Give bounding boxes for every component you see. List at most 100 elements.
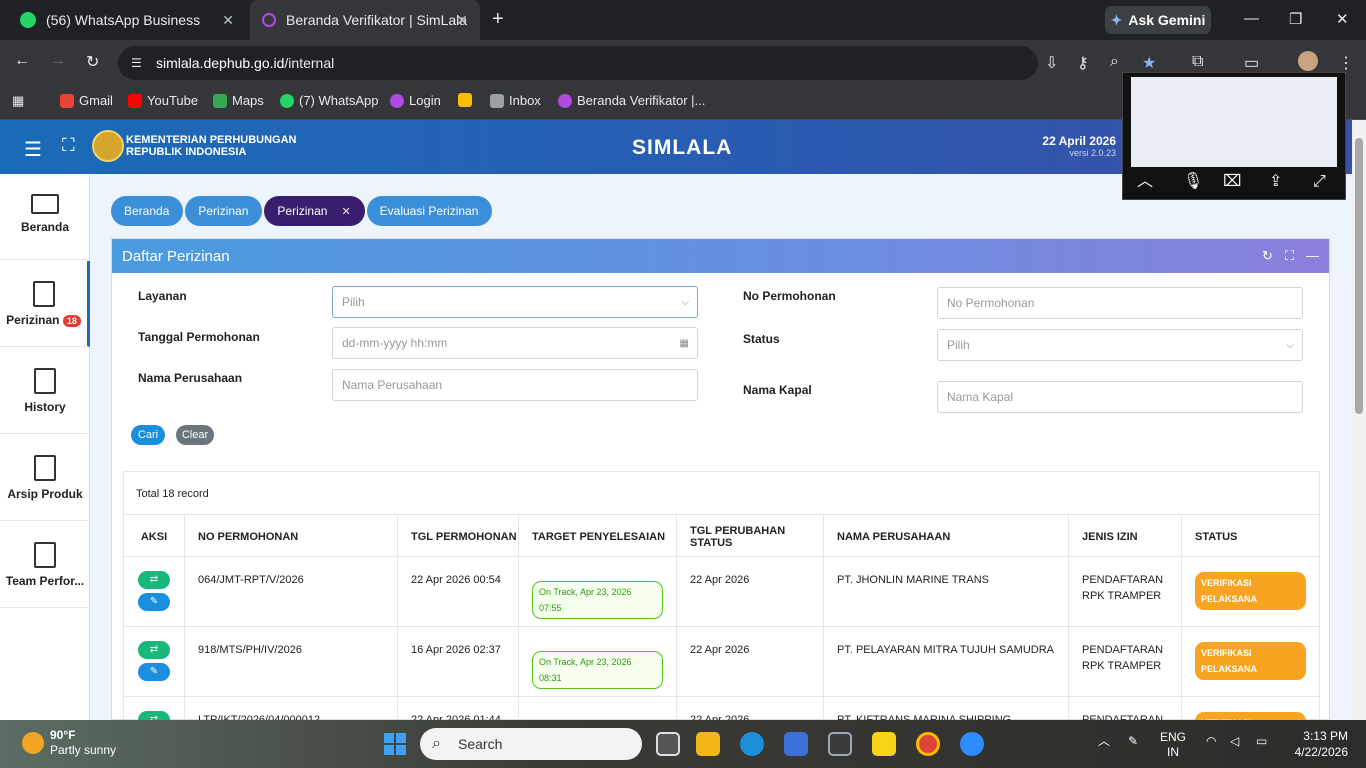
col-target[interactable]: TARGET PENYELESAIAN	[519, 515, 677, 558]
install-icon[interactable]: ⇩	[1045, 53, 1058, 73]
tab-title: Beranda Verifikator | SimLala	[286, 12, 468, 28]
system-clock[interactable]: 3:13 PM 4/22/2026	[1290, 728, 1348, 760]
sticky-notes-icon[interactable]	[872, 732, 896, 756]
col-tgl-perubahan-status[interactable]: TGL PERUBAHAN STATUS	[677, 515, 824, 558]
wifi-icon[interactable]: ◠	[1206, 734, 1216, 749]
bookmark-gmail[interactable]: Gmail	[60, 93, 113, 108]
bookmark-whatsapp[interactable]: (7) WhatsApp	[280, 93, 378, 108]
status-select[interactable]: Pilih ⌵	[937, 329, 1303, 361]
crumb-evaluasi-perizinan[interactable]: Evaluasi Perizinan	[366, 196, 493, 226]
col-nama-perusahaan[interactable]: NAMA PERUSAHAAN	[824, 515, 1069, 558]
bookmark-beranda[interactable]: Beranda Verifikator |...	[558, 93, 705, 108]
bookmark-youtube[interactable]: YouTube	[128, 93, 198, 108]
close-window-icon[interactable]: ✕	[1336, 10, 1349, 28]
mic-off-icon[interactable]: 🎙	[1183, 171, 1203, 191]
extensions-icon[interactable]: ⧉	[1192, 53, 1203, 71]
sidebar-item-perizinan[interactable]: Perizinan 18	[0, 261, 90, 347]
transfer-icon[interactable]: ⇄	[138, 711, 170, 720]
sidebar-item-beranda[interactable]: Beranda	[0, 174, 90, 260]
page-scrollbar[interactable]	[1352, 120, 1366, 720]
battery-icon[interactable]: ▭	[1256, 734, 1267, 749]
pip-window[interactable]: ︿ 🎙 ⌧ ⇪ ⤢	[1122, 72, 1346, 200]
camera-off-icon[interactable]: ⌧	[1223, 171, 1241, 191]
col-tgl-permohonan[interactable]: TGL PERMOHONAN	[398, 515, 519, 558]
task-view-icon[interactable]	[656, 732, 680, 756]
apps-grid-icon[interactable]: ▦	[12, 93, 24, 109]
close-tab-icon[interactable]: ✕	[456, 12, 468, 29]
volume-icon[interactable]: ◁	[1230, 734, 1239, 749]
tab-whatsapp[interactable]: (56) WhatsApp Business ✕	[8, 0, 246, 40]
share-screen-icon[interactable]: ⇪	[1269, 171, 1282, 191]
crumb-perizinan[interactable]: Perizinan	[185, 196, 263, 226]
bookmark-inbox[interactable]: Inbox	[490, 93, 541, 108]
url-bar[interactable]: ☰ simlala.dephub.go.id/internal	[118, 46, 1038, 80]
ask-gemini-button[interactable]: ✦ Ask Gemini	[1105, 6, 1211, 34]
col-status[interactable]: STATUS	[1182, 515, 1319, 558]
nama-kapal-input[interactable]: Nama Kapal	[937, 381, 1303, 413]
back-icon[interactable]: ←	[14, 52, 30, 70]
crumb-beranda[interactable]: Beranda	[111, 196, 184, 226]
camera-icon[interactable]	[828, 732, 852, 756]
tanggal-permohonan-input[interactable]: dd-mm-yyyy hh:mm ▦	[332, 327, 698, 359]
scrollbar-thumb[interactable]	[1355, 138, 1363, 414]
copilot-icon[interactable]	[784, 732, 808, 756]
no-permohonan-input[interactable]: No Permohonan	[937, 287, 1303, 319]
sidebar-item-team-performance[interactable]: Team Perfor...	[0, 522, 90, 608]
new-tab-button[interactable]: +	[492, 8, 504, 31]
site-info-icon[interactable]: ☰	[131, 56, 142, 70]
chevron-up-icon[interactable]: ︿	[1098, 734, 1110, 749]
profile-avatar[interactable]	[1298, 51, 1318, 71]
zoom-icon[interactable]: ⌕	[1110, 53, 1119, 71]
clear-button[interactable]: Clear	[176, 425, 214, 445]
minimize-icon[interactable]: —	[1244, 10, 1259, 27]
sidebar-item-history[interactable]: History	[0, 348, 90, 434]
bookmark-maps[interactable]: Maps	[213, 93, 264, 108]
sidebar-item-arsip-produk[interactable]: Arsip Produk	[0, 435, 90, 521]
forward-icon[interactable]: →	[50, 52, 66, 70]
row-actions: ⇄	[124, 697, 185, 720]
collapse-icon[interactable]: —	[1306, 248, 1319, 264]
language-indicator[interactable]: ENG IN	[1160, 730, 1186, 760]
close-icon[interactable]: ✕	[341, 205, 350, 218]
password-key-icon[interactable]: ⚷	[1077, 53, 1089, 73]
col-no-permohonan[interactable]: NO PERMOHONAN	[185, 515, 398, 558]
hamburger-icon[interactable]: ☰	[24, 137, 42, 162]
taskbar-search[interactable]: ⌕ Search	[420, 728, 642, 760]
whatsapp-icon	[280, 93, 294, 108]
ontrack-badge: On Track, Apr 23, 2026 07:55	[532, 581, 663, 619]
layanan-label: Layanan	[138, 289, 187, 303]
edge-icon[interactable]	[740, 732, 764, 756]
chrome-icon[interactable]	[916, 732, 940, 756]
reload-icon[interactable]: ↻	[86, 52, 99, 72]
layanan-select[interactable]: Pilih ⌵	[332, 286, 698, 318]
transfer-icon[interactable]: ⇄	[138, 571, 170, 589]
crumb-perizinan-active[interactable]: Perizinan ✕	[264, 196, 365, 226]
pen-icon[interactable]: ✎	[1128, 734, 1138, 749]
expand-icon[interactable]: ⛶	[1285, 248, 1294, 264]
weather-widget[interactable]: 90°F Partly sunny	[22, 728, 116, 758]
close-tab-icon[interactable]: ✕	[222, 12, 234, 29]
transfer-icon[interactable]: ⇄	[138, 641, 170, 659]
calendar-icon[interactable]: ▦	[680, 338, 689, 349]
cari-button[interactable]: Cari	[131, 425, 165, 445]
zoom-icon[interactable]	[960, 732, 984, 756]
windows-start-icon[interactable]	[384, 733, 406, 755]
expand-icon[interactable]: ⤢	[1313, 173, 1326, 191]
edit-icon[interactable]: ✎	[138, 663, 170, 681]
cast-icon[interactable]: ▭	[1244, 53, 1259, 73]
chevron-up-icon[interactable]: ︿	[1137, 167, 1153, 191]
tab-simlala[interactable]: Beranda Verifikator | SimLala ✕	[250, 0, 480, 40]
maximize-icon[interactable]: ❐	[1289, 10, 1302, 28]
bookmark-photos[interactable]	[458, 93, 472, 107]
file-explorer-icon[interactable]	[696, 732, 720, 756]
edit-icon[interactable]: ✎	[138, 593, 170, 611]
fullscreen-icon[interactable]: ⛶	[62, 135, 75, 156]
chevron-down-icon: ⌵	[681, 296, 689, 308]
col-jenis-izin[interactable]: JENIS IZIN	[1069, 515, 1182, 558]
daftar-perizinan-panel: Daftar Perizinan ↻ ⛶ — Layanan Pilih ⌵ Ta…	[111, 238, 1330, 720]
menu-icon[interactable]: ⋮	[1338, 53, 1354, 73]
bookmark-star-icon[interactable]: ★	[1142, 53, 1156, 73]
nama-perusahaan-input[interactable]: Nama Perusahaan	[332, 369, 698, 401]
refresh-icon[interactable]: ↻	[1262, 248, 1273, 264]
bookmark-login[interactable]: Login	[390, 93, 441, 108]
